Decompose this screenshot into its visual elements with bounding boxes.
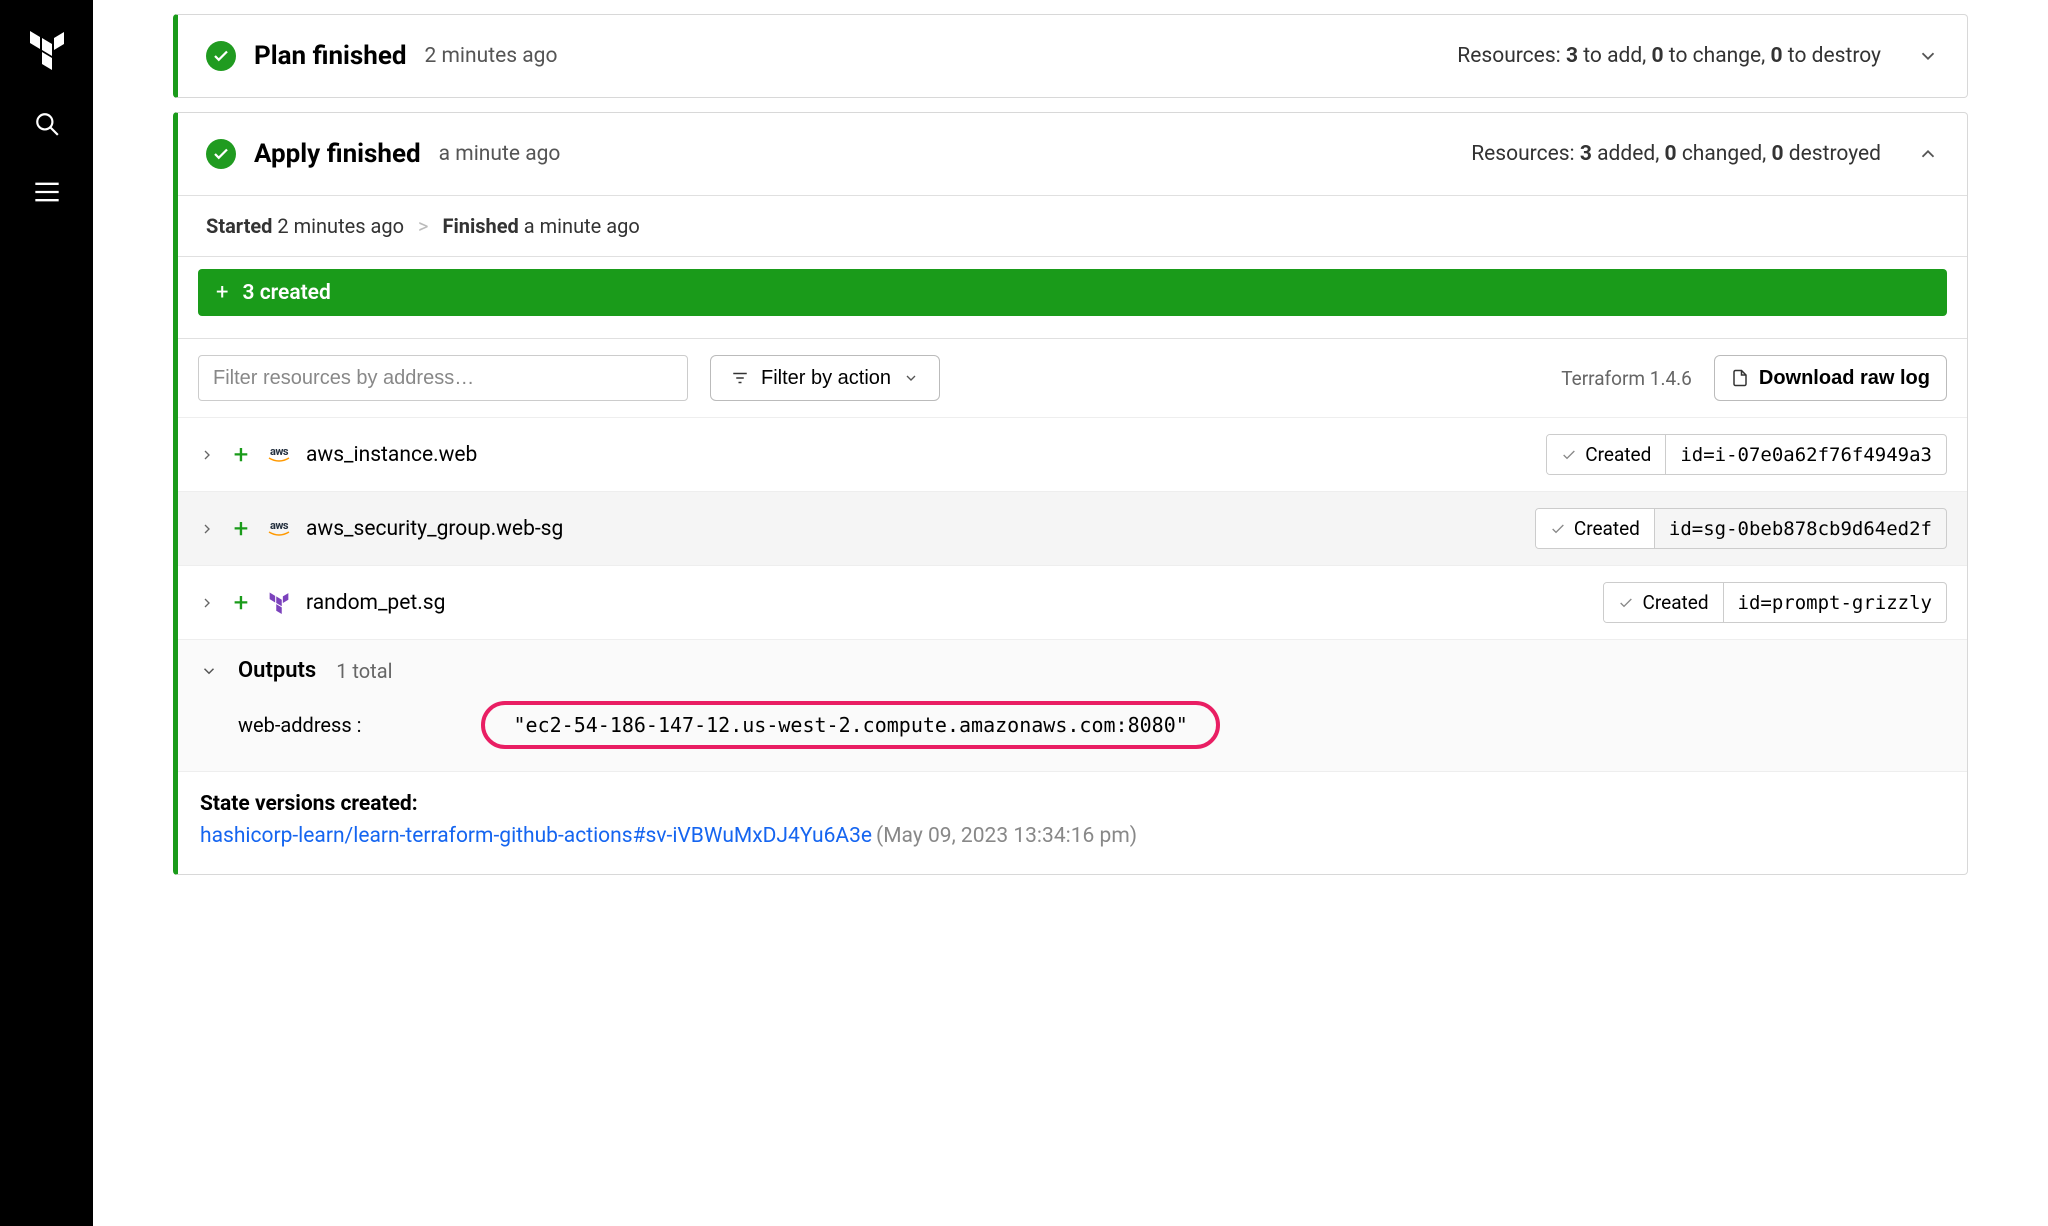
apply-time: a minute ago xyxy=(439,142,561,166)
timing-row: Started 2 minutes ago > Finished a minut… xyxy=(178,196,1967,256)
status-pill: Created id=i-07e0a62f76f4949a3 xyxy=(1546,434,1947,475)
filter-input[interactable] xyxy=(198,355,688,401)
plan-panel: Plan finished 2 minutes ago Resources: 3… xyxy=(173,14,1968,98)
output-value: "ec2-54-186-147-12.us-west-2.compute.ama… xyxy=(481,701,1219,749)
check-icon xyxy=(1618,595,1634,611)
chevron-down-icon xyxy=(200,662,218,680)
aws-icon: aws xyxy=(266,520,292,537)
outputs-header[interactable]: Outputs 1 total xyxy=(178,639,1967,693)
chevron-down-icon[interactable] xyxy=(1917,45,1939,67)
main-content: Plan finished 2 minutes ago Resources: 3… xyxy=(93,14,2048,875)
output-item: web-address : "ec2-54-186-147-12.us-west… xyxy=(178,693,1967,771)
resource-name: aws_security_group.web-sg xyxy=(306,517,563,541)
resource-row[interactable]: + random_pet.sg Created id=prompt-grizzl… xyxy=(178,565,1967,639)
check-icon xyxy=(206,139,236,169)
resource-row[interactable]: + aws aws_security_group.web-sg Created … xyxy=(178,491,1967,565)
file-icon xyxy=(1731,368,1749,388)
filter-action-button[interactable]: Filter by action xyxy=(710,355,940,401)
plan-header[interactable]: Plan finished 2 minutes ago Resources: 3… xyxy=(178,15,1967,97)
state-title: State versions created: xyxy=(200,792,1945,816)
state-link[interactable]: hashicorp-learn/learn-terraform-github-a… xyxy=(200,824,872,848)
apply-resources: Resources: 3 added, 0 changed, 0 destroy… xyxy=(1471,142,1881,166)
terraform-icon xyxy=(266,592,292,614)
terraform-logo xyxy=(27,30,67,70)
plus-icon: + xyxy=(230,440,252,470)
chevron-right-icon xyxy=(198,447,216,463)
apply-title: Apply finished xyxy=(254,139,421,169)
chevron-up-icon[interactable] xyxy=(1917,143,1939,165)
apply-panel: Apply finished a minute ago Resources: 3… xyxy=(173,112,1968,875)
check-icon xyxy=(206,41,236,71)
apply-header[interactable]: Apply finished a minute ago Resources: 3… xyxy=(178,113,1967,195)
created-count: 3 created xyxy=(242,281,330,305)
chevron-right-icon xyxy=(198,595,216,611)
terraform-version: Terraform 1.4.6 xyxy=(1561,367,1692,390)
chevron-down-icon xyxy=(903,370,919,386)
download-log-button[interactable]: Download raw log xyxy=(1714,355,1947,401)
resource-name: aws_instance.web xyxy=(306,443,477,467)
status-pill: Created id=prompt-grizzly xyxy=(1603,582,1947,623)
state-time: (May 09, 2023 13:34:16 pm) xyxy=(876,824,1137,848)
check-icon xyxy=(1550,521,1566,537)
search-icon[interactable] xyxy=(33,110,61,138)
plus-icon: + xyxy=(230,514,252,544)
status-pill: Created id=sg-0beb878cb9d64ed2f xyxy=(1535,508,1947,549)
filter-row: Filter by action Terraform 1.4.6 Downloa… xyxy=(178,338,1967,417)
plan-title: Plan finished xyxy=(254,41,407,71)
resource-name: random_pet.sg xyxy=(306,591,445,615)
sidebar xyxy=(0,0,93,1226)
plan-time: 2 minutes ago xyxy=(425,44,558,68)
outputs-count: 1 total xyxy=(336,659,392,683)
aws-icon: aws xyxy=(266,446,292,463)
resource-row[interactable]: + aws aws_instance.web Created id=i-07e0… xyxy=(178,417,1967,491)
plus-icon: + xyxy=(230,588,252,618)
state-section: State versions created: hashicorp-learn/… xyxy=(178,771,1967,874)
plan-resources: Resources: 3 to add, 0 to change, 0 to d… xyxy=(1457,44,1881,68)
created-bar[interactable]: + 3 created xyxy=(198,269,1947,316)
output-key: web-address : xyxy=(238,713,361,737)
outputs-label: Outputs xyxy=(238,658,316,683)
menu-icon[interactable] xyxy=(33,178,61,206)
plus-icon: + xyxy=(216,280,228,305)
chevron-right-icon xyxy=(198,521,216,537)
filter-icon xyxy=(731,369,749,387)
check-icon xyxy=(1561,447,1577,463)
